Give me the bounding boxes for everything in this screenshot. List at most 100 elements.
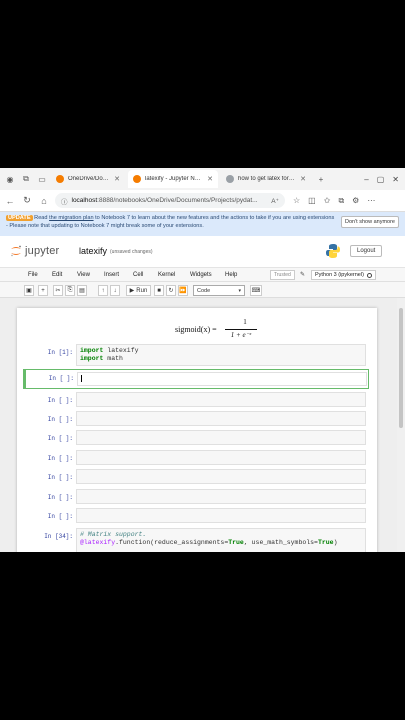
close-tab-icon[interactable]: ✕: [114, 175, 120, 183]
code-cell[interactable]: In [ ]:: [25, 411, 369, 427]
jupyter-favicon-icon: [133, 175, 141, 183]
cell-prompt: In [ ]:: [48, 375, 74, 382]
cell-prompt: In [ ]:: [47, 474, 73, 481]
profile-icon[interactable]: ◉: [4, 173, 16, 185]
jupyter-logo[interactable]: jupyter: [10, 245, 59, 257]
kernel-indicator: Python 3 (ipykernel): [311, 270, 376, 280]
toolbar-icons: ☆ ◫ ✩ ⧉ ⚙ ⋯: [293, 196, 375, 206]
extensions-icon[interactable]: ⚙: [352, 196, 359, 206]
cell-input[interactable]: [76, 392, 366, 407]
code-cell[interactable]: In [34]: # Matrix support. @latexify.fun…: [25, 528, 369, 552]
kernel-status-icon: [366, 272, 372, 278]
reload-icon[interactable]: ↻: [20, 195, 34, 206]
restart-icon[interactable]: ↻: [166, 285, 176, 296]
banner-text-start: Read: [34, 215, 50, 221]
vertical-scrollbar[interactable]: [397, 298, 405, 552]
cell-input[interactable]: [76, 489, 366, 504]
tab-search[interactable]: how to get latex formul ✕: [221, 170, 311, 188]
cell-input[interactable]: [76, 450, 366, 465]
code-line: # Matrix support.: [80, 531, 147, 538]
cell-input[interactable]: [76, 430, 366, 445]
tab-latexify[interactable]: latexify - Jupyter Notel ✕: [128, 170, 218, 188]
save-icon[interactable]: ▣: [24, 285, 34, 296]
collections-icon[interactable]: ⧉: [338, 196, 344, 206]
favorite-star-icon[interactable]: ☆: [293, 196, 300, 206]
cell-prompt: In [34]:: [44, 533, 73, 540]
cell-prompt: In [ ]:: [47, 494, 73, 501]
menu-widgets[interactable]: Widgets: [190, 272, 212, 278]
run-icon: ▶: [129, 288, 135, 294]
close-window-icon[interactable]: ✕: [392, 175, 399, 184]
minimize-icon[interactable]: –: [364, 175, 368, 184]
close-tab-icon[interactable]: ✕: [300, 175, 306, 183]
code-line: import latexify: [80, 347, 139, 354]
move-up-icon[interactable]: ↑: [98, 285, 108, 296]
code-line: import math: [80, 355, 123, 362]
kernel-name: Python 3 (ipykernel): [315, 272, 364, 278]
cell-input[interactable]: [76, 411, 366, 426]
browser-window: ◉ ⧉ ▭ OneDrive/Documents/P ✕ latexify - …: [0, 168, 405, 552]
run-button[interactable]: ▶ Run: [126, 285, 151, 296]
cell-input[interactable]: [76, 508, 366, 523]
close-tab-icon[interactable]: ✕: [207, 175, 213, 183]
notebook-page: sigmoid(x) = 1 1 + e⁻ˣ In [1]: import la…: [17, 308, 377, 552]
code-cell[interactable]: In [ ]:: [25, 450, 369, 466]
maximize-icon[interactable]: ▢: [377, 175, 385, 184]
selected-code-cell[interactable]: In [ ]:: [23, 369, 369, 389]
more-menu-icon[interactable]: ⋯: [367, 196, 375, 206]
cell-prompt: In [ ]:: [47, 513, 73, 520]
restart-run-all-icon[interactable]: ⏩: [178, 285, 188, 296]
code-cell[interactable]: In [ ]:: [25, 469, 369, 485]
cell-input[interactable]: [77, 372, 367, 386]
favorites-icon[interactable]: ✩: [324, 196, 331, 206]
command-palette-icon[interactable]: ⌨: [250, 285, 262, 296]
math-numerator: 1: [243, 318, 247, 326]
read-aloud-icon[interactable]: A⁺: [271, 197, 279, 205]
menu-edit[interactable]: Edit: [52, 272, 62, 278]
site-info-icon[interactable]: ⓘ: [61, 196, 68, 206]
trusted-indicator[interactable]: Trusted: [270, 270, 295, 280]
menu-cell[interactable]: Cell: [133, 272, 143, 278]
workspaces-icon[interactable]: ⧉: [20, 173, 32, 185]
notebook-toolbar: ▣ + ✂ ⎘ ▤ ↑ ↓ ▶ Run ■ ↻ ⏩ Code ▾ ⌨: [0, 282, 405, 298]
jupyter-header: jupyter latexify (unsaved changes) Logou…: [0, 236, 405, 268]
stop-icon[interactable]: ■: [154, 285, 164, 296]
address-bar[interactable]: ⓘ localhost :8888/notebooks/OneDrive/Doc…: [55, 193, 285, 208]
menu-help[interactable]: Help: [225, 272, 237, 278]
notebook-area: sigmoid(x) = 1 1 + e⁻ˣ In [1]: import la…: [0, 298, 405, 552]
code-cell[interactable]: In [ ]:: [25, 392, 369, 408]
migration-plan-link[interactable]: the migration plan: [49, 215, 93, 221]
back-icon[interactable]: ←: [3, 196, 17, 206]
code-cell[interactable]: In [ ]:: [25, 430, 369, 446]
paste-icon[interactable]: ▤: [77, 285, 87, 296]
menu-kernel[interactable]: Kernel: [158, 272, 175, 278]
cell-type-select[interactable]: Code ▾: [193, 285, 245, 296]
code-cell[interactable]: In [ ]:: [25, 508, 369, 524]
menu-file[interactable]: File: [28, 272, 38, 278]
cell-input[interactable]: # Matrix support. @latexify.function(red…: [76, 528, 366, 552]
home-icon[interactable]: ⌂: [37, 196, 51, 206]
tab-actions-icon[interactable]: ▭: [36, 173, 48, 185]
tab-onedrive[interactable]: OneDrive/Documents/P ✕: [51, 170, 125, 188]
scrollbar-thumb[interactable]: [399, 308, 403, 428]
split-screen-icon[interactable]: ◫: [308, 196, 316, 206]
code-cell[interactable]: In [1]: import latexify import math: [25, 344, 369, 366]
cell-input[interactable]: [76, 469, 366, 484]
cell-prompt: In [ ]:: [47, 435, 73, 442]
dont-show-button[interactable]: Don't show anymore: [341, 216, 399, 228]
address-row: ← ↻ ⌂ ⓘ localhost :8888/notebooks/OneDri…: [0, 190, 405, 212]
cell-input[interactable]: import latexify import math: [76, 344, 366, 366]
tab-title: OneDrive/Documents/P: [68, 176, 110, 182]
new-tab-button[interactable]: +: [315, 173, 327, 185]
add-cell-icon[interactable]: +: [38, 285, 48, 296]
menu-insert[interactable]: Insert: [104, 272, 119, 278]
code-cell[interactable]: In [ ]:: [25, 489, 369, 505]
logout-button[interactable]: Logout: [350, 245, 383, 257]
move-down-icon[interactable]: ↓: [110, 285, 120, 296]
cut-icon[interactable]: ✂: [53, 285, 63, 296]
notebook-title[interactable]: latexify: [79, 246, 107, 256]
update-badge: UPDATE: [6, 215, 33, 221]
copy-icon[interactable]: ⎘: [65, 285, 75, 296]
menu-view[interactable]: View: [77, 272, 90, 278]
url-host: localhost: [71, 197, 98, 204]
